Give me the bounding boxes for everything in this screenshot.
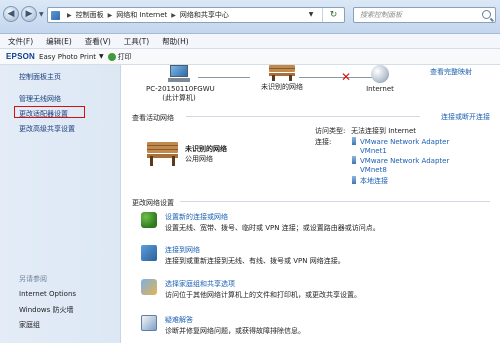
adapter-icon xyxy=(352,176,356,184)
control-panel-icon xyxy=(51,10,60,20)
task-desc: 设置无线、宽带、拨号、临时或 VPN 连接；或设置路由器或访问点。 xyxy=(165,224,380,232)
computer-name: PC-20150110FGWU xyxy=(146,85,215,93)
main-content: 查看完整映射 ✕ PC-20150110FGWU (此计算机) 未识别的网络 I… xyxy=(122,65,500,343)
menu-edit[interactable]: 编辑(E) xyxy=(46,36,72,47)
middle-network-label: 未识别的网络 xyxy=(261,83,303,91)
network-type-link[interactable]: 公用网络 xyxy=(185,154,213,164)
back-arrow-icon[interactable]: ◀ xyxy=(3,6,19,22)
task-desc: 访问位于其他网络计算机上的文件和打印机，或更改共享设置。 xyxy=(165,291,361,299)
breadcrumb-network-sharing-center[interactable]: 网络和共享中心 xyxy=(180,10,229,20)
task-title[interactable]: 设置新的连接或网络 xyxy=(165,212,228,222)
see-also-internet-options[interactable]: Internet Options xyxy=(19,290,76,298)
globe-icon xyxy=(371,65,389,83)
section-divider xyxy=(186,116,420,117)
search-placeholder: 搜索控制面板 xyxy=(360,11,402,19)
print-button[interactable]: 打印 xyxy=(118,52,132,62)
task-desc: 连接到或重新连接到无线、有线、拨号或 VPN 网络连接。 xyxy=(165,257,345,265)
bench-network-icon xyxy=(269,65,295,81)
refresh-icon[interactable]: ↻ xyxy=(322,8,344,22)
epson-app-button[interactable]: Easy Photo Print xyxy=(39,53,96,61)
breadcrumb-network-internet[interactable]: 网络和 Internet xyxy=(116,10,167,20)
recent-pages-chevron-icon[interactable]: ▼ xyxy=(39,11,44,18)
address-bar-region: ◀ ▶ ▼ ▶ 控制面板 ▶ 网络和 Internet ▶ 网络和共享中心 ▼ … xyxy=(0,0,500,34)
no-connection-x-icon: ✕ xyxy=(341,70,352,84)
view-full-map-link[interactable]: 查看完整映射 xyxy=(430,67,472,77)
adapter-link-local[interactable]: 本地连接 xyxy=(352,176,388,186)
task-title[interactable]: 连接到网络 xyxy=(165,245,200,255)
sidebar-item-control-panel-home[interactable]: 控制面板主页 xyxy=(19,72,61,82)
homegroup-icon xyxy=(141,279,157,295)
access-type-label: 访问类型: xyxy=(315,127,346,135)
adapter-icon xyxy=(352,137,356,145)
task-title[interactable]: 选择家庭组和共享选项 xyxy=(165,279,235,289)
task-desc: 诊断并修复网络问题，或获得故障排除信息。 xyxy=(165,327,305,335)
internet-label: Internet xyxy=(366,85,394,93)
search-icon[interactable] xyxy=(482,10,491,19)
breadcrumb-separator-icon[interactable]: ▶ xyxy=(171,12,176,19)
adapter-icon xyxy=(352,156,356,164)
new-connection-icon xyxy=(141,212,157,228)
address-dropdown-icon[interactable]: ▼ xyxy=(305,8,317,22)
breadcrumb-separator-icon[interactable]: ▶ xyxy=(108,12,113,19)
print-icon[interactable] xyxy=(107,52,116,61)
map-node-internet[interactable]: Internet xyxy=(360,65,400,94)
menu-tools[interactable]: 工具(T) xyxy=(124,36,149,47)
network-name: 未识别的网络 xyxy=(185,145,227,153)
sidebar-item-advanced-sharing[interactable]: 更改高级共享设置 xyxy=(19,124,75,134)
menu-view[interactable]: 查看(V) xyxy=(85,36,111,47)
connect-network-icon xyxy=(141,245,157,261)
change-settings-title: 更改网络设置 xyxy=(132,199,174,207)
menu-help[interactable]: 帮助(H) xyxy=(162,36,189,47)
see-also-homegroup[interactable]: 家庭组 xyxy=(19,320,40,330)
highlight-box xyxy=(14,106,85,118)
forward-arrow-icon[interactable]: ▶ xyxy=(21,6,37,22)
see-also-heading: 另请参阅 xyxy=(19,275,47,283)
active-networks-title: 查看活动网络 xyxy=(132,114,174,122)
map-node-computer[interactable]: PC-20150110FGWU (此计算机) xyxy=(146,65,215,103)
troubleshoot-icon xyxy=(141,315,157,331)
breadcrumb-control-panel[interactable]: 控制面板 xyxy=(76,10,104,20)
computer-icon xyxy=(168,65,190,83)
breadcrumb-separator-icon[interactable]: ▶ xyxy=(67,12,72,19)
epson-dropdown-icon[interactable]: ▼ xyxy=(99,53,104,60)
adapter-link-vmnet1[interactable]: VMware Network Adapter VMnet1 xyxy=(352,137,449,156)
connections-label: 连接: xyxy=(315,138,332,146)
computer-sub: (此计算机) xyxy=(162,94,196,102)
section-divider xyxy=(180,201,490,202)
menu-bar: 文件(F) 编辑(E) 查看(V) 工具(T) 帮助(H) xyxy=(0,34,500,49)
bench-network-icon xyxy=(147,142,178,166)
sidebar-item-manage-wireless[interactable]: 管理无线网络 xyxy=(19,94,61,104)
task-title[interactable]: 疑难解答 xyxy=(165,315,193,325)
search-input[interactable]: 搜索控制面板 xyxy=(353,7,496,23)
see-also-windows-firewall[interactable]: Windows 防火墙 xyxy=(19,305,73,315)
map-node-unidentified-network[interactable]: 未识别的网络 xyxy=(252,65,312,92)
address-box[interactable]: ▶ 控制面板 ▶ 网络和 Internet ▶ 网络和共享中心 ▼ ↻ xyxy=(47,7,345,23)
epson-toolbar: EPSON Easy Photo Print ▼ 打印 xyxy=(0,49,500,65)
epson-logo: EPSON xyxy=(6,52,36,61)
adapter-link-vmnet8[interactable]: VMware Network Adapter VMnet8 xyxy=(352,156,449,175)
access-type-value: 无法连接到 Internet xyxy=(351,127,417,135)
menu-file[interactable]: 文件(F) xyxy=(8,36,33,47)
connect-disconnect-link[interactable]: 连接或断开连接 xyxy=(441,112,490,122)
